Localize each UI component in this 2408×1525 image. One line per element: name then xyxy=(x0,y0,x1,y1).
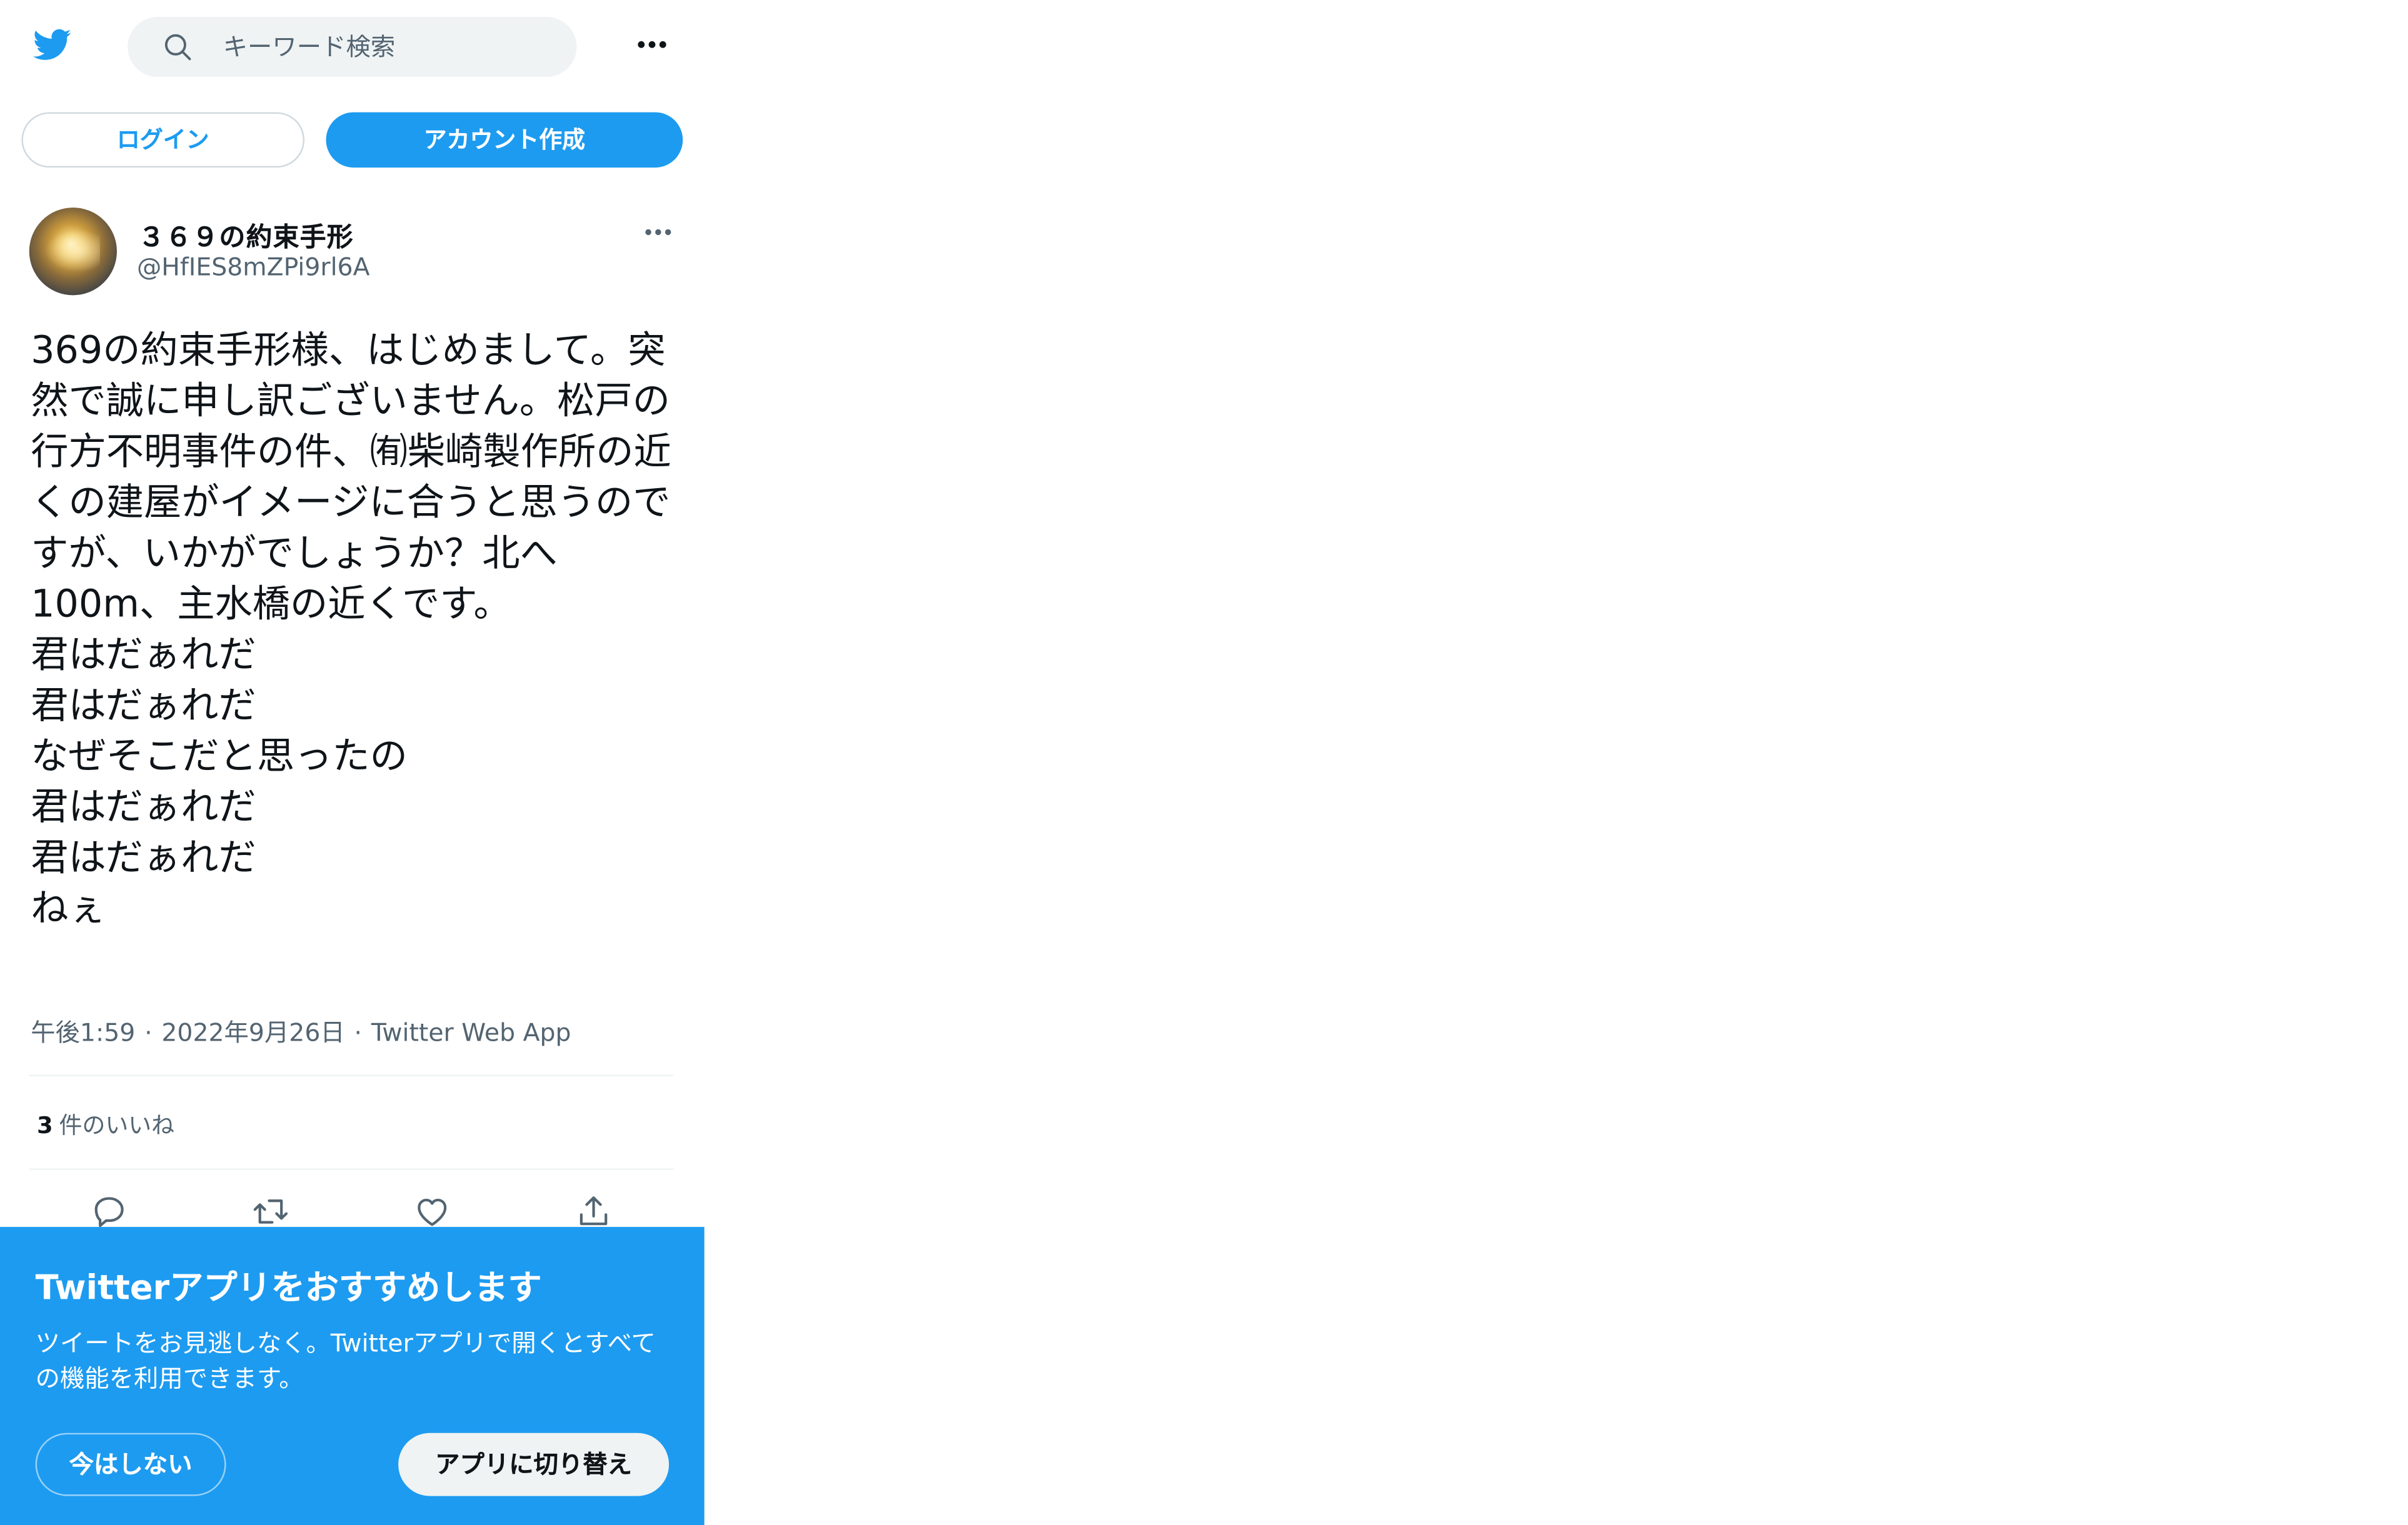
tweet-source[interactable]: Twitter Web App xyxy=(371,1018,571,1048)
main-column: ログイン アカウント作成 ３６９の約束手形 @HfIES8mZPi9rl6A 3… xyxy=(0,0,705,1525)
tweet-time[interactable]: 午後1:59 xyxy=(31,1018,135,1048)
author-display-name[interactable]: ３６９の約束手形 xyxy=(138,215,353,254)
more-horizontal-icon[interactable] xyxy=(634,34,671,55)
share-icon[interactable] xyxy=(574,1193,614,1230)
like-count-number: 3 xyxy=(37,1111,53,1139)
tweet-more-icon[interactable] xyxy=(641,221,675,242)
reply-icon[interactable] xyxy=(89,1193,129,1230)
like-icon[interactable] xyxy=(412,1193,452,1230)
tweet-meta: 午後1:59 · 2022年9月26日 · Twitter Web App xyxy=(31,1012,571,1049)
banner-text: ツイートをお見逃しなく。Twitterアプリで開くとすべての機能を利用できます。 xyxy=(35,1328,656,1393)
search-bar[interactable] xyxy=(128,17,577,78)
banner-title: Twitterアプリをおすすめします xyxy=(35,1269,542,1309)
tweet-text: 369の約束手形様、はじめまして。突然で誠に申し訳ございません。松戸の行方不明事… xyxy=(31,327,671,931)
search-input[interactable] xyxy=(223,17,561,78)
not-now-button[interactable]: 今はしない xyxy=(35,1432,226,1496)
search-icon xyxy=(164,34,191,61)
tweet-date[interactable]: 2022年9月26日 xyxy=(161,1018,344,1048)
likes-count[interactable]: 3 件のいいね xyxy=(37,1109,174,1141)
login-button[interactable]: ログイン xyxy=(21,112,305,168)
twitter-bird-icon[interactable] xyxy=(29,24,74,64)
meta-separator: · xyxy=(144,1018,153,1048)
divider xyxy=(29,1168,674,1171)
avatar[interactable] xyxy=(29,208,117,296)
retweet-icon[interactable] xyxy=(251,1193,291,1230)
divider xyxy=(29,1074,674,1076)
signup-button[interactable]: アカウント作成 xyxy=(326,112,683,168)
app-promo-banner: Twitterアプリをおすすめします ツイートをお見逃しなく。Twitterアプ… xyxy=(0,1227,705,1525)
switch-to-app-button[interactable]: アプリに切り替え xyxy=(398,1432,670,1496)
page-stage: ログイン アカウント作成 ３６９の約束手形 @HfIES8mZPi9rl6A 3… xyxy=(0,0,2399,1525)
meta-separator: · xyxy=(354,1018,363,1048)
like-count-label: 件のいいね xyxy=(59,1111,175,1139)
author-handle[interactable]: @HfIES8mZPi9rl6A xyxy=(137,252,370,281)
